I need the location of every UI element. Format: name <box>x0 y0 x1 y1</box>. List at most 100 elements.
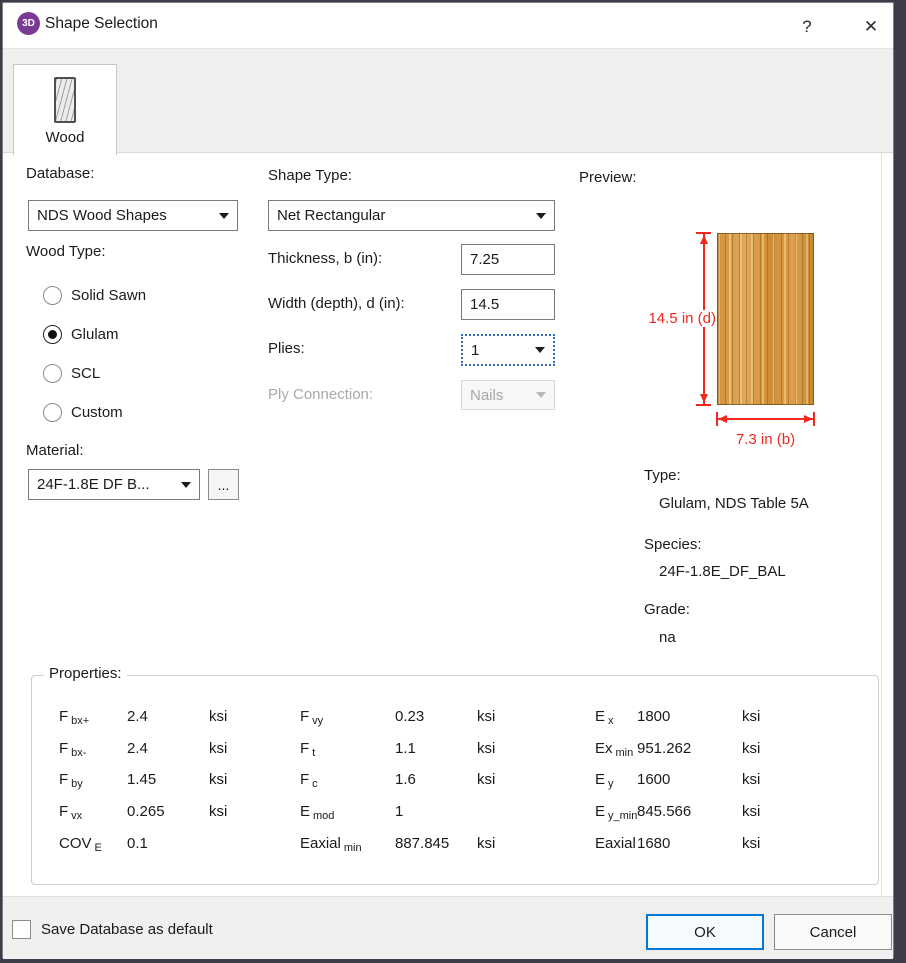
cancel-button[interactable]: Cancel <box>774 914 892 950</box>
property-unit: ksi <box>742 771 760 788</box>
radio-label: Glulam <box>71 326 119 343</box>
radio-label: Solid Sawn <box>71 287 146 304</box>
species-label: Species: <box>644 536 702 553</box>
chevron-down-icon <box>535 347 545 353</box>
property-value: 845.566 <box>637 803 691 820</box>
plies-dropdown-value: 1 <box>471 342 479 359</box>
property-unit: ksi <box>209 771 227 788</box>
tab-wood-label: Wood <box>46 129 85 146</box>
plies-label: Plies: <box>268 340 305 357</box>
radio-circle-icon <box>43 403 62 422</box>
dim-line-horizontal <box>716 418 815 420</box>
shape-type-label: Shape Type: <box>268 167 352 184</box>
property-value: 1680 <box>637 835 670 852</box>
save-database-label: Save Database as default <box>41 921 213 938</box>
property-label: Emod <box>300 803 334 820</box>
radio-custom[interactable]: Custom <box>43 402 123 422</box>
grade-label: Grade: <box>644 601 690 618</box>
property-label: Ey_min <box>595 803 637 820</box>
radio-circle-icon <box>43 325 62 344</box>
property-value: 1 <box>395 803 403 820</box>
thickness-label: Thickness, b (in): <box>268 250 382 267</box>
property-value: 0.265 <box>127 803 165 820</box>
property-unit: ksi <box>209 803 227 820</box>
save-database-checkbox[interactable] <box>12 920 31 939</box>
plies-dropdown[interactable]: 1 <box>461 334 555 366</box>
width-depth-input[interactable]: 14.5 <box>461 289 555 320</box>
chevron-down-icon <box>219 213 229 219</box>
property-label: Fbx+ <box>59 708 89 725</box>
radio-scl[interactable]: SCL <box>43 363 100 383</box>
property-value: 951.262 <box>637 740 691 757</box>
ply-connection-dropdown-value: Nails <box>470 387 503 404</box>
shape-type-dropdown[interactable]: Net Rectangular <box>268 200 555 231</box>
ply-connection-dropdown[interactable]: Nails <box>461 380 555 410</box>
properties-grid: Fbx+2.4ksiFvy0.23ksiEx1800ksiFbx-2.4ksiF… <box>32 676 878 884</box>
dim-cap-right <box>813 412 815 426</box>
dim-arrow-right-icon <box>804 415 813 423</box>
material-browse-button[interactable]: ... <box>208 469 239 500</box>
property-value: 1.1 <box>395 740 416 757</box>
property-unit: ksi <box>742 835 760 852</box>
tab-wood[interactable]: Wood <box>13 64 117 155</box>
property-value: 0.1 <box>127 835 148 852</box>
material-dropdown[interactable]: 24F-1.8E DF B... <box>28 469 200 500</box>
chevron-down-icon <box>181 482 191 488</box>
database-label: Database: <box>26 165 94 182</box>
property-value: 2.4 <box>127 740 148 757</box>
shape-selection-dialog: 3D Shape Selection ? ✕ Wood Database: ND… <box>2 2 894 958</box>
property-label: Ey <box>595 771 614 788</box>
ok-button[interactable]: OK <box>646 914 764 950</box>
property-value: 1600 <box>637 771 670 788</box>
chevron-down-icon <box>536 392 546 398</box>
radio-label: Custom <box>71 404 123 421</box>
property-unit: ksi <box>477 740 495 757</box>
property-value: 1.6 <box>395 771 416 788</box>
property-label: Fvy <box>300 708 323 725</box>
property-label: Fbx- <box>59 740 86 757</box>
property-label: Eaxialmin <box>300 835 362 852</box>
database-dropdown-value: NDS Wood Shapes <box>37 207 167 224</box>
property-label: Eaxial <box>595 835 636 852</box>
footer-bar: Save Database as default OK Cancel <box>3 896 893 959</box>
property-value: 1800 <box>637 708 670 725</box>
material-dropdown-value: 24F-1.8E DF B... <box>37 476 150 493</box>
radio-circle-icon <box>43 286 62 305</box>
property-unit: ksi <box>209 708 227 725</box>
property-label: Fvx <box>59 803 82 820</box>
type-value: Glulam, NDS Table 5A <box>659 495 809 512</box>
property-unit: ksi <box>209 740 227 757</box>
radio-label: SCL <box>71 365 100 382</box>
dim-arrow-left-icon <box>718 415 727 423</box>
help-button[interactable]: ? <box>791 11 823 43</box>
app-3d-icon: 3D <box>17 12 40 35</box>
material-label: Material: <box>26 442 84 459</box>
radio-circle-icon <box>43 364 62 383</box>
wood-section-preview-image <box>717 233 814 405</box>
ply-connection-label: Ply Connection: <box>268 386 373 403</box>
chevron-down-icon <box>536 213 546 219</box>
database-dropdown[interactable]: NDS Wood Shapes <box>28 200 238 231</box>
property-value: 1.45 <box>127 771 156 788</box>
type-label: Type: <box>644 467 681 484</box>
tab-strip: Wood <box>3 48 893 153</box>
close-button[interactable]: ✕ <box>855 11 887 43</box>
property-value: 2.4 <box>127 708 148 725</box>
radio-glulam[interactable]: Glulam <box>43 324 119 344</box>
dim-height-label: 14.5 in (d) <box>641 310 717 327</box>
property-unit: ksi <box>742 740 760 757</box>
thickness-input[interactable]: 7.25 <box>461 244 555 275</box>
dim-width-label: 7.3 in (b) <box>717 431 814 448</box>
property-value: 887.845 <box>395 835 449 852</box>
title-bar: 3D Shape Selection ? ✕ <box>3 3 893 48</box>
radio-solid-sawn[interactable]: Solid Sawn <box>43 285 146 305</box>
wood-shape-icon <box>54 77 76 123</box>
property-unit: ksi <box>477 835 495 852</box>
dim-arrow-up-icon <box>700 235 708 244</box>
wood-type-label: Wood Type: <box>26 243 106 260</box>
properties-group-box: Properties: Fbx+2.4ksiFvy0.23ksiEx1800ks… <box>31 675 879 885</box>
preview-label: Preview: <box>579 169 637 186</box>
property-label: Ft <box>300 740 315 757</box>
property-unit: ksi <box>477 708 495 725</box>
shape-type-dropdown-value: Net Rectangular <box>277 207 385 224</box>
